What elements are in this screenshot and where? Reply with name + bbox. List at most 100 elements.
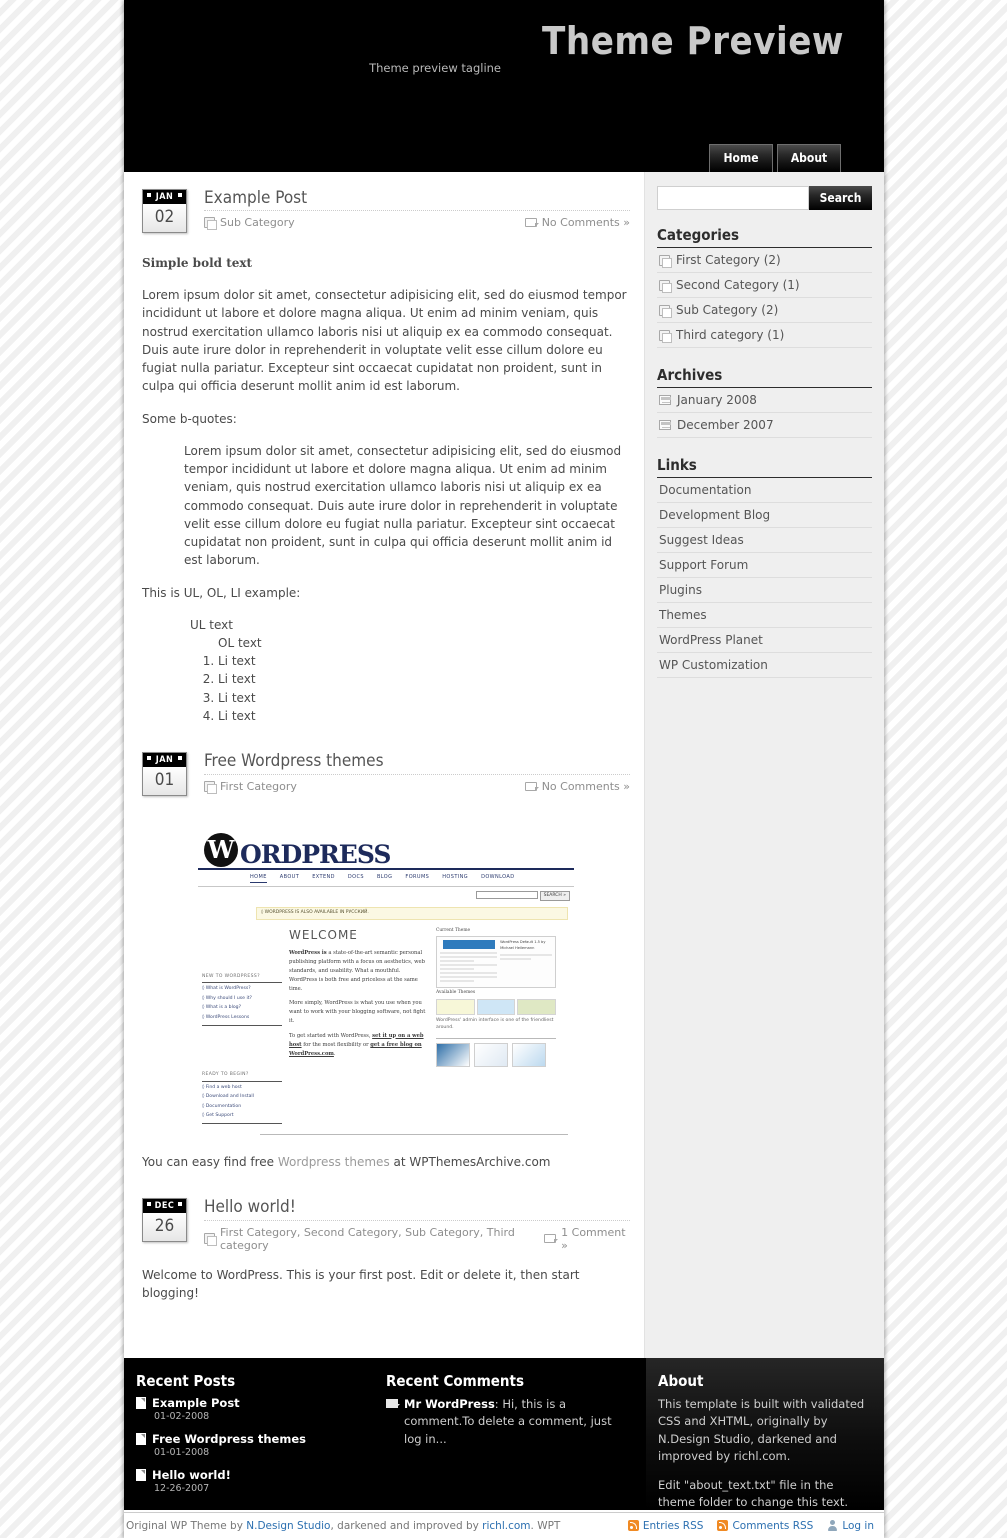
wp-link: ◊ Get Support <box>202 1113 234 1119</box>
wp-search-button: SEARCH » <box>539 890 570 901</box>
list-item[interactable]: Support Forum <box>657 553 872 578</box>
post-category[interactable]: First Category, Second Category, Sub Cat… <box>220 1226 544 1252</box>
wordpress-logo-icon: W <box>204 833 238 868</box>
post-comments-link[interactable]: No Comments » <box>542 216 630 229</box>
folder-icon <box>659 329 672 343</box>
folder-icon <box>659 304 672 318</box>
comment-icon <box>524 781 539 791</box>
footer-post-item[interactable]: Hello world! 12-26-2007 <box>136 1468 358 1494</box>
wp-p3-b: for the most flexibility or <box>301 1041 371 1048</box>
wp-caption: WordPress' admin interface is one of the… <box>436 1017 554 1030</box>
credit-bar: Original WP Theme by N.Design Studio, da… <box>124 1512 884 1538</box>
entries-rss-link[interactable]: Entries RSS <box>627 1520 703 1532</box>
list-item[interactable]: Suggest Ideas <box>657 528 872 553</box>
list-item[interactable]: Plugins <box>657 578 872 603</box>
list-item[interactable]: Themes <box>657 603 872 628</box>
list-item[interactable]: First Category (2) <box>657 248 872 273</box>
wp-nav-about: ABOUT <box>279 874 300 881</box>
widget-archives: Archives January 2008 December 2007 <box>653 366 872 438</box>
post-title[interactable]: Hello world! <box>204 1197 630 1217</box>
post-date-badge: JAN 01 <box>142 752 187 797</box>
comment-icon <box>524 218 539 228</box>
footer-post-title: Example Post <box>152 1396 240 1411</box>
richl-link[interactable]: richl.com <box>482 1520 530 1532</box>
list-item[interactable]: Sub Category (2) <box>657 298 872 323</box>
credit-pre: Original WP Theme by <box>126 1519 247 1532</box>
post-date-badge: JAN 02 <box>142 189 187 233</box>
wp-nav-home: HOME <box>250 874 267 883</box>
footer-comment-item[interactable]: Mr WordPress: Hi, this is a comment.To d… <box>386 1396 630 1448</box>
wp-newto-heading: NEW TO WORDPRESS? <box>202 974 282 984</box>
calendar-icon <box>659 420 671 430</box>
wp-admin-row: WordPress Default 1.5 by Michael Heilema… <box>440 940 552 984</box>
category-label: Second Category (1) <box>676 278 800 292</box>
post-comments-group: No Comments » <box>524 216 630 229</box>
comment-author: Mr WordPress <box>404 1397 495 1412</box>
post-body: Welcome to WordPress. This is your first… <box>142 1252 630 1302</box>
footer-post-date: 12-26-2007 <box>154 1483 210 1495</box>
post-bold-text: Simple bold text <box>142 256 253 270</box>
login-label: Log in <box>842 1519 874 1532</box>
wp-available-themes-label: Available Themes <box>436 990 476 996</box>
wp-p1-rest: a state-of-the-art semantic personal pub… <box>289 949 425 993</box>
wp-thumbnails <box>436 1042 556 1067</box>
list-item[interactable]: Development Blog <box>657 503 872 528</box>
page-container: Theme Preview Theme preview tagline Home… <box>124 0 884 1538</box>
wp-admin-button <box>442 940 495 950</box>
post-date-month: JAN <box>143 190 186 204</box>
footer-widget-title: Recent Comments <box>386 1372 525 1391</box>
post-free-wordpress-themes: JAN 01 Free Wordpress themes First Categ… <box>142 751 630 1171</box>
wp-nav-extend: EXTEND <box>312 874 335 881</box>
list-item: Li text <box>218 689 630 707</box>
list-item[interactable]: December 2007 <box>657 413 872 438</box>
footer-post-date: 01-01-2008 <box>154 1447 210 1459</box>
nav-item-about[interactable]: About <box>777 144 841 172</box>
post-body: W ORDPRESS HOME ABOUT EXTEND DOCS BLOG F… <box>142 803 630 1171</box>
wp-panel-title: Current Theme <box>436 927 471 933</box>
footer-recent-comments: Recent Comments Mr WordPress: Hi, this i… <box>374 1358 646 1510</box>
post-lists: UL text OL text Li text Li text Li text … <box>190 616 630 725</box>
folder-icon <box>204 217 217 231</box>
list-item[interactable]: Documentation <box>657 478 872 503</box>
wp-language-notice: ◊ WORDPRESS IS ALSO AVAILABLE IN РУССКИЙ… <box>256 906 568 920</box>
post-header: JAN 01 Free Wordpress themes First Categ… <box>142 751 630 803</box>
list-item[interactable]: Second Category (1) <box>657 273 872 298</box>
wp-nav-blog: BLOG <box>376 874 393 881</box>
credit-text: Original WP Theme by N.Design Studio, da… <box>126 1520 560 1532</box>
post-title[interactable]: Example Post <box>204 188 630 208</box>
post-comments-link[interactable]: No Comments » <box>542 780 630 793</box>
user-icon <box>827 1520 838 1531</box>
post-example-post: JAN 02 Example Post Sub Category No Comm… <box>142 188 630 725</box>
list-item[interactable]: WordPress Planet <box>657 628 872 653</box>
list-item[interactable]: WP Customization <box>657 653 872 678</box>
category-label: Third category (1) <box>676 328 785 342</box>
ndesign-studio-link[interactable]: N.Design Studio <box>246 1520 330 1532</box>
wp-ready-heading: READY TO BEGIN? <box>202 1072 282 1082</box>
login-link[interactable]: Log in <box>827 1520 874 1532</box>
comments-rss-link[interactable]: Comments RSS <box>717 1520 813 1532</box>
footer-about: About This template is built with valida… <box>646 1358 884 1511</box>
footer-widget-title: About <box>658 1372 704 1391</box>
nav-item-home[interactable]: Home <box>709 144 773 172</box>
search-button[interactable]: Search <box>809 186 872 210</box>
post-category[interactable]: First Category <box>220 780 297 793</box>
footer-post-item[interactable]: Example Post 01-02-2008 <box>136 1396 358 1422</box>
search-form: Search <box>657 186 872 210</box>
post-title[interactable]: Free Wordpress themes <box>204 751 630 771</box>
wp-thumb <box>474 1042 508 1067</box>
list-item[interactable]: Third category (1) <box>657 323 872 348</box>
post-category-group: Sub Category <box>204 216 295 231</box>
calendar-icon <box>659 395 671 405</box>
wp-nav-hosting: HOSTING <box>442 874 469 881</box>
post-comments-link[interactable]: 1 Comment » <box>561 1226 630 1252</box>
wp-swatch <box>436 998 475 1015</box>
post-category[interactable]: Sub Category <box>220 216 295 229</box>
wordpress-themes-link[interactable]: Wordpress themes <box>278 1155 390 1169</box>
document-icon <box>136 1469 146 1482</box>
footer-widgets: Recent Posts Example Post 01-02-2008 Fre… <box>124 1358 884 1511</box>
footer-post-date: 01-02-2008 <box>154 1411 210 1423</box>
list-item[interactable]: January 2008 <box>657 388 872 413</box>
search-input[interactable] <box>657 186 809 210</box>
post-bquote-intro: Some b-quotes: <box>142 411 237 426</box>
footer-post-item[interactable]: Free Wordpress themes 01-01-2008 <box>136 1432 358 1458</box>
